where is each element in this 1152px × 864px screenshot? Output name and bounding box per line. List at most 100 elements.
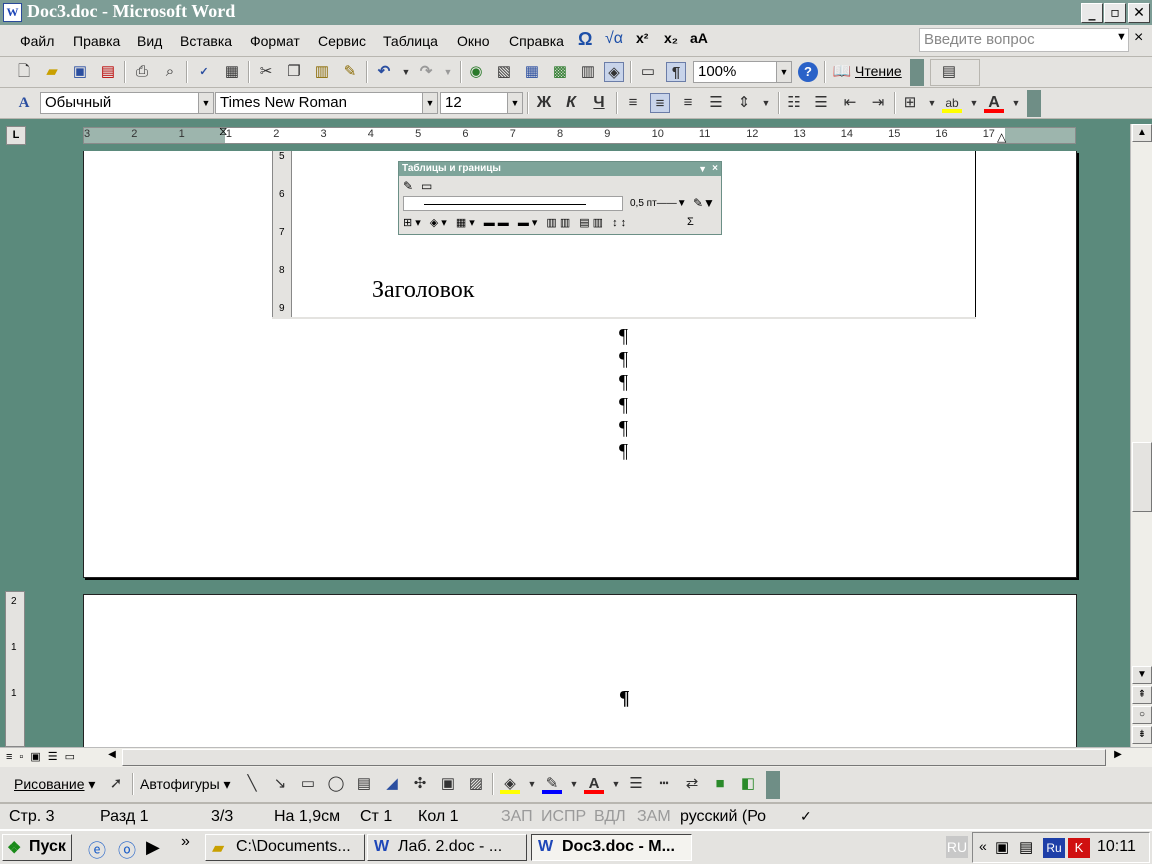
picture-icon[interactable]: ▨ [466,774,486,794]
next-page-button[interactable]: ⇟ [1132,726,1152,744]
equation-icon[interactable]: √α [605,30,623,48]
page-1[interactable]: 5 6 7 8 9 Таблицы и границы ▼ × ✎ ▭ 0,5 пт——… [83,151,1077,578]
menu-format[interactable]: Формат [250,33,300,49]
status-record[interactable]: ЗАП [501,808,533,826]
rectangle-icon[interactable]: ▭ [298,774,318,794]
line-color-icon[interactable]: ✎ [542,774,562,794]
toolbar-options-icon[interactable] [766,771,780,799]
undo-icon[interactable]: ↶ [374,62,394,82]
format-painter-icon[interactable]: ✎ [340,62,360,82]
page-2[interactable]: ¶ [83,594,1077,747]
research-icon[interactable]: ▦ [222,62,242,82]
borders-icon[interactable]: ⊞ [900,93,920,113]
save-icon[interactable]: ▣ [70,62,90,82]
align-left-icon[interactable]: ≡ [623,93,643,113]
document-area[interactable]: 2 1 1 5 6 7 8 9 Таблицы и границы ▼ × ✎ ▭ 0,5 … [0,151,1130,747]
zoom-select[interactable]: 100% ▼ [693,61,792,83]
borders-dropdown-icon[interactable]: ▼ [922,93,942,113]
bold-button[interactable]: Ж [534,93,554,113]
browse-object-button[interactable]: ○ [1132,706,1152,724]
translate-icon[interactable]: ▤ [939,62,959,82]
clipart-icon[interactable]: ▣ [438,774,458,794]
justify-icon[interactable]: ☰ [706,93,726,113]
textbox-icon[interactable]: ▤ [354,774,374,794]
menu-window[interactable]: Окно [457,33,490,49]
columns-icon[interactable]: ▥ [578,62,598,82]
preview-icon[interactable]: ⌕ [160,62,180,82]
styles-pane-icon[interactable]: A [14,93,34,113]
autoshapes-button[interactable]: Автофигуры ▾ [140,776,231,793]
redo-icon[interactable]: ↷ [416,62,436,82]
heading-text[interactable]: Заголовок [372,277,474,304]
draw-menu-button[interactable]: Рисование ▾ [14,776,95,793]
tray-expand-icon[interactable]: « [979,838,987,854]
print-icon[interactable]: ⎙ [132,62,152,82]
underline-button[interactable]: Ч [589,93,609,113]
bullets-icon[interactable]: ☰ [811,93,831,113]
new-icon[interactable]: 🗋 [14,62,34,82]
drawing-icon[interactable]: ◈ [604,62,624,82]
taskbar-item-doc3[interactable]: W Doc3.doc - M... [531,834,692,861]
dash-style-icon[interactable]: ┅ [654,774,674,794]
align-center-icon[interactable]: ≡ [650,93,670,113]
horizontal-ruler[interactable]: 3 2 1 1 2 3 4 5 6 7 8 9 10 11 12 13 14 15 16 17 [83,127,1076,144]
line-color-dropdown-icon[interactable]: ▼ [564,774,584,794]
font-select[interactable]: Times New Roman ▼ [215,92,438,114]
line-icon[interactable]: ╲ [242,774,262,794]
diagram-icon[interactable]: ✣ [410,774,430,794]
tray-language-icon[interactable]: Ru [1043,838,1065,858]
scroll-up-button[interactable]: ▲ [1132,124,1152,142]
line-spacing-dropdown-icon[interactable]: ▼ [756,93,776,113]
ie-icon[interactable]: ⓔ [88,837,106,863]
reading-layout-button[interactable]: Чтение [855,63,902,79]
arrow-style-icon[interactable]: ⇄ [682,774,702,794]
view-buttons[interactable]: ≡▫▣☰▭ [6,750,82,763]
table-tools-row[interactable]: ⊞▾ ◈▾ ▦▾ ▬▬ ▬▾ ▥▥ ▤▥ ↕↕ [403,216,629,229]
draw-font-color-dropdown-icon[interactable]: ▼ [606,774,626,794]
scroll-right-button[interactable]: ▶ [1110,749,1126,765]
menu-insert[interactable]: Вставка [180,33,232,49]
horizontal-scroll-thumb[interactable] [122,749,1106,766]
help-icon[interactable]: ? [798,62,818,82]
language-indicator[interactable]: RU [946,836,968,858]
toolbar-close-icon[interactable]: × [712,162,718,176]
menu-file[interactable]: Файл [20,33,54,49]
status-overtype[interactable]: ЗАМ [637,808,671,826]
line-style-icon[interactable]: ☰ [626,774,646,794]
line-weight-select[interactable]: 0,5 пт——▼ [630,198,687,209]
align-right-icon[interactable]: ≡ [678,93,698,113]
status-track-changes[interactable]: ИСПР [541,808,586,826]
ask-dropdown-icon[interactable]: ▼ [1116,31,1127,43]
decrease-indent-icon[interactable]: ⇤ [840,93,860,113]
zoom-dropdown-icon[interactable]: ▼ [776,62,791,82]
font-color-icon[interactable]: A [984,93,1004,113]
close-button[interactable]: ✕ [1128,3,1150,23]
toolbar-options-icon[interactable] [910,59,924,86]
fill-color-dropdown-icon[interactable]: ▼ [522,774,542,794]
tables-borders-toolbar[interactable]: Таблицы и границы ▼ × ✎ ▭ 0,5 пт——▼ ✎▼ ⊞… [398,161,722,235]
font-color-dropdown-icon[interactable]: ▼ [1006,93,1026,113]
eraser-icon[interactable]: ▭ [421,179,432,193]
menu-table[interactable]: Таблица [383,33,438,49]
draw-font-color-icon[interactable]: A [584,774,604,794]
document-map-icon[interactable]: ▭ [638,62,658,82]
redo-dropdown-icon[interactable]: ▼ [438,62,458,82]
start-button[interactable]: ❖ Пуск [2,834,72,861]
spelling-icon[interactable]: ✓ [194,62,214,82]
network-icon[interactable]: ▤ [1019,838,1033,856]
status-extend[interactable]: ВДЛ [594,808,626,826]
font-size-dropdown-icon[interactable]: ▼ [507,93,522,113]
taskbar-item-explorer[interactable]: ▰ C:\Documents... [205,834,365,861]
increase-indent-icon[interactable]: ⇥ [868,93,888,113]
change-case-icon[interactable]: aA [690,30,708,46]
oval-icon[interactable]: ◯ [326,774,346,794]
omega-icon[interactable]: Ω [578,29,592,50]
fill-color-icon[interactable]: ◈ [500,774,520,794]
cut-icon[interactable]: ✂ [256,62,276,82]
pilcrow-icon[interactable]: ¶ [666,62,686,82]
menu-view[interactable]: Вид [137,33,162,49]
outlook-icon[interactable]: ⓞ [118,837,136,863]
word-icon[interactable]: W [3,3,22,22]
ask-question-input[interactable]: Введите вопрос [919,28,1129,52]
scroll-down-button[interactable]: ▼ [1132,666,1152,684]
